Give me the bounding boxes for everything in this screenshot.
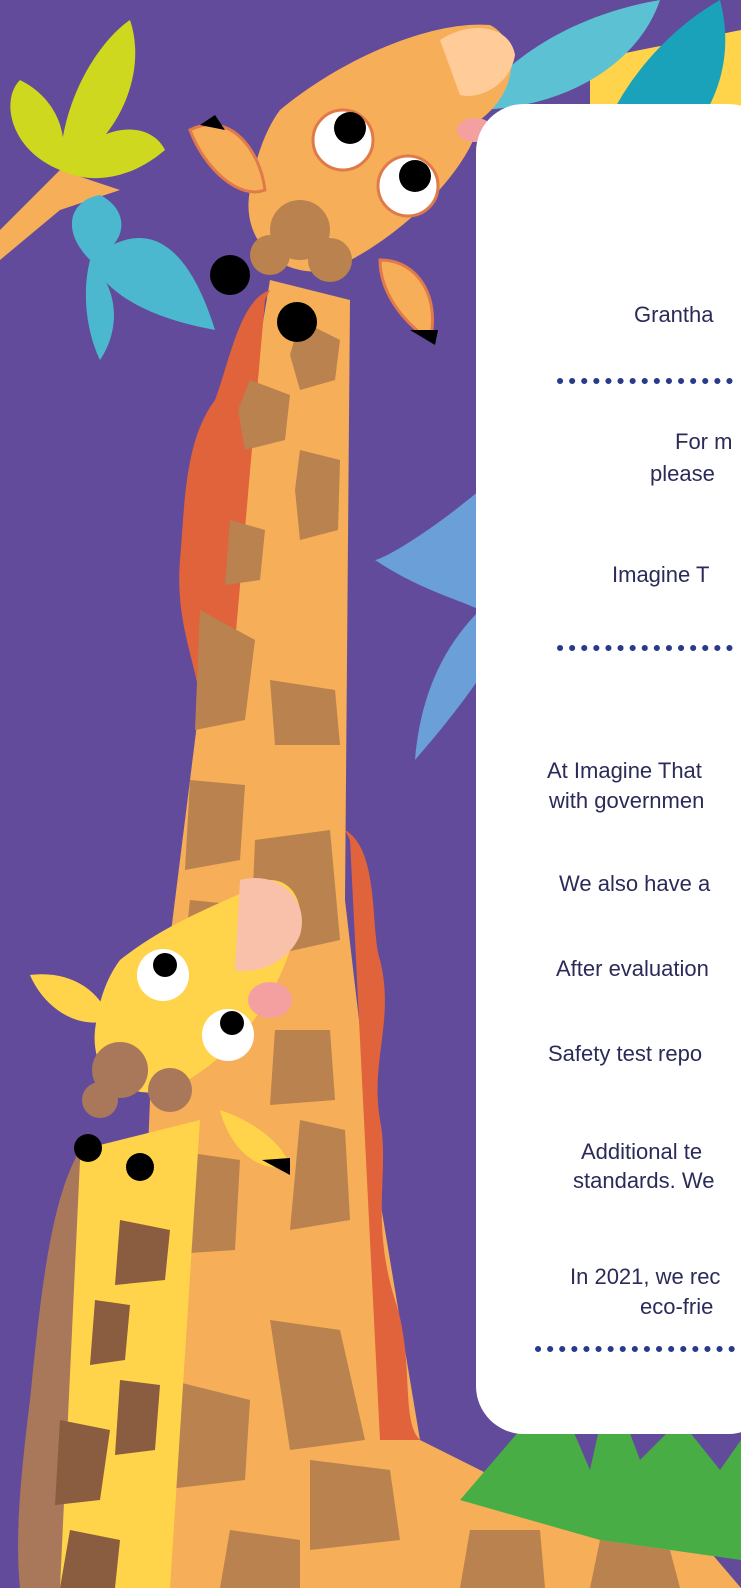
additional-text-2: standards. We xyxy=(573,1168,715,1193)
eco-text-1: In 2021, we rec xyxy=(570,1264,721,1289)
dotted-divider xyxy=(557,645,741,651)
eco-text-2: eco-frie xyxy=(640,1294,714,1319)
blue-plant-mid xyxy=(375,490,490,760)
also-text: We also have a xyxy=(559,871,711,896)
big-giraffe-head xyxy=(188,24,515,345)
additional-text-1: Additional te xyxy=(581,1139,703,1164)
safety-intro-text-2: with governmen xyxy=(549,788,705,813)
contact-text-1: For m xyxy=(675,429,733,454)
contact-text-2: please xyxy=(650,461,715,486)
reports-text: Safety test repo xyxy=(548,1041,703,1066)
dotted-divider xyxy=(557,378,741,384)
evaluation-text: After evaluation xyxy=(556,956,709,981)
safety-intro-text-1: At Imagine That xyxy=(547,758,702,783)
company-text: Imagine T xyxy=(612,562,710,587)
lime-leaf-1 xyxy=(10,80,64,170)
address-text: Grantha xyxy=(634,302,714,327)
dotted-divider xyxy=(535,1346,741,1352)
